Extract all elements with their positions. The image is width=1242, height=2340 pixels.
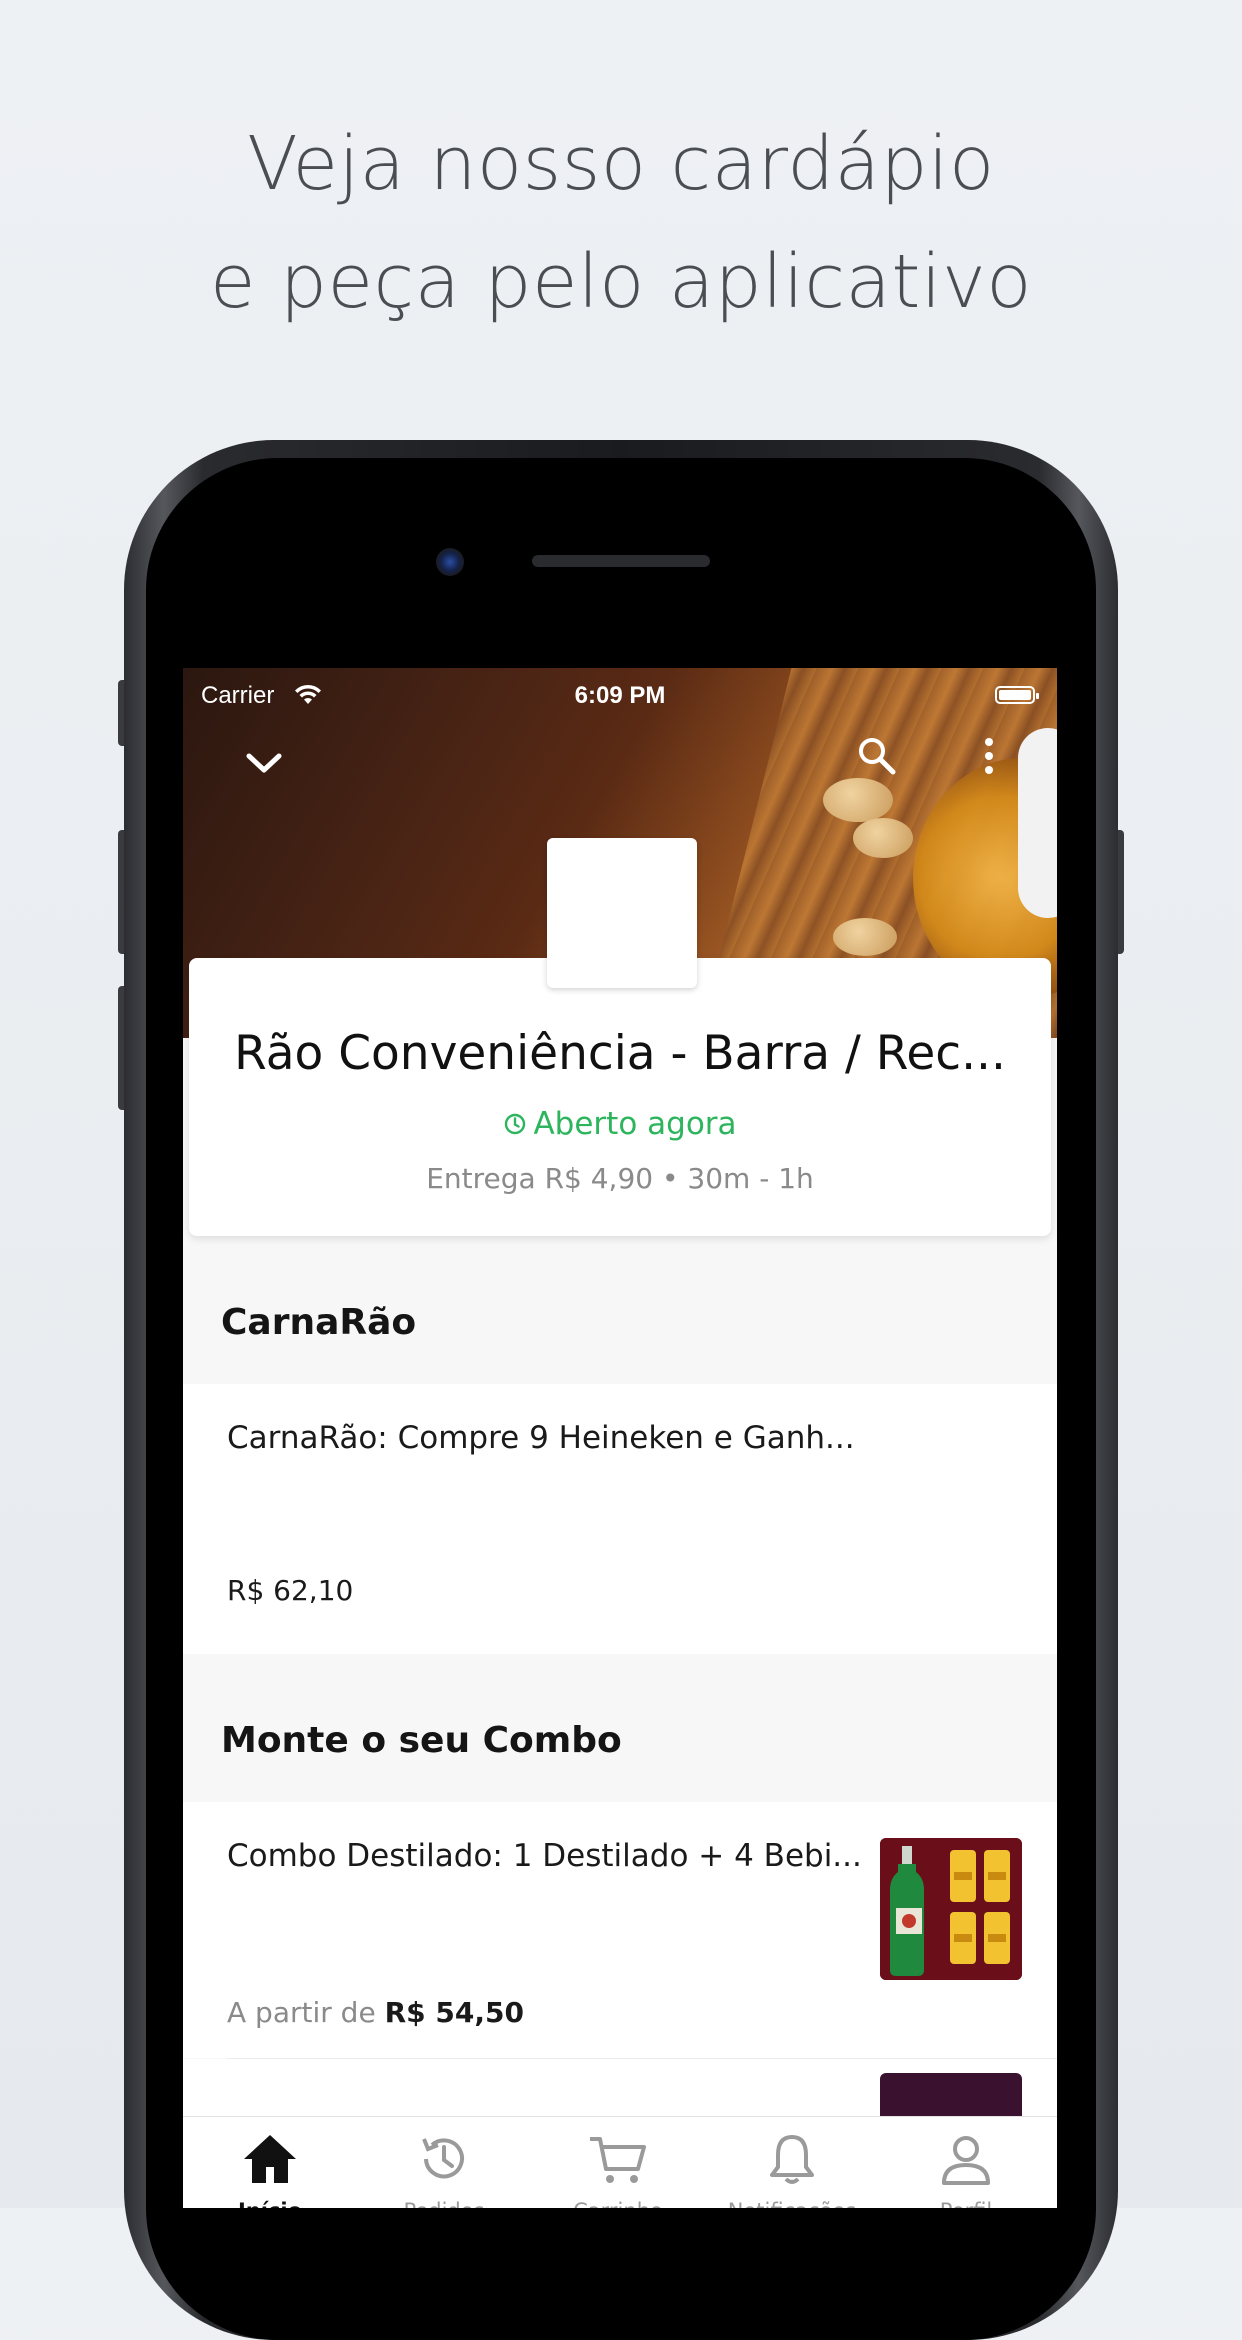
open-status-label: Aberto agora xyxy=(533,1106,737,1142)
delivery-info: Entrega R$ 4,90 • 30m - 1h xyxy=(426,1162,814,1195)
more-vertical-icon[interactable] xyxy=(979,734,999,778)
menu-item[interactable]: Combo Destilado: 1 Destilado + 4 Bebi...… xyxy=(183,1802,1057,2058)
app-screen: Carrier 6:09 PM Rão Conveniência - Barra… xyxy=(183,668,1057,2208)
cart-icon xyxy=(590,2137,646,2183)
promo-headline: Veja nosso cardápio e peça pelo aplicati… xyxy=(0,105,1242,341)
promo-line-2: e peça pelo aplicativo xyxy=(209,239,1033,325)
bell-icon xyxy=(770,2135,814,2184)
price-prefix: A partir de xyxy=(227,1996,376,2029)
tab-label: Notificações xyxy=(705,2199,879,2208)
status-bar: Carrier 6:09 PM xyxy=(183,668,1057,724)
tab-label: Início xyxy=(183,2199,357,2208)
tab-inicio[interactable]: Início xyxy=(183,2117,357,2208)
open-status: Aberto agora xyxy=(189,1106,1051,1142)
chevron-down-icon[interactable] xyxy=(243,748,285,778)
tab-label: Perfil xyxy=(879,2199,1053,2208)
section-title: Monte o seu Combo xyxy=(221,1720,622,1761)
tab-label: Pedidos xyxy=(357,2199,531,2208)
combo-image xyxy=(880,1838,1022,1980)
gin-and-tonic-icon xyxy=(880,1838,1022,1980)
clock: 6:09 PM xyxy=(574,682,666,709)
tab-label: Carrinho xyxy=(531,2199,705,2208)
peanut xyxy=(853,818,913,858)
tab-perfil[interactable]: Perfil xyxy=(879,2117,1053,2208)
clock-icon xyxy=(505,1113,526,1135)
history-icon xyxy=(422,2138,464,2179)
price-value: R$ 54,50 xyxy=(384,1996,524,2029)
user-icon xyxy=(942,2136,990,2185)
earpiece-speaker xyxy=(532,555,710,567)
menu-item-price: R$ 62,10 xyxy=(227,1574,353,1607)
peanut xyxy=(833,918,897,956)
tab-carrinho[interactable]: Carrinho xyxy=(531,2117,705,2208)
beer-foam xyxy=(1018,728,1057,918)
section-title: CarnaRão xyxy=(221,1302,417,1343)
tab-pedidos[interactable]: Pedidos xyxy=(357,2117,531,2208)
menu-item-price: A partir de R$ 54,50 xyxy=(227,1996,524,2029)
battery-icon xyxy=(995,686,1039,704)
promo-line-1: Veja nosso cardápio xyxy=(247,121,995,207)
peanut xyxy=(823,778,893,822)
front-camera xyxy=(436,548,464,576)
search-icon[interactable] xyxy=(855,734,899,778)
menu-item-name: Combo Destilado: 1 Destilado + 4 Bebi... xyxy=(227,1838,862,1874)
store-info-card: Rão Conveniência - Barra / Rec... Aberto… xyxy=(189,958,1051,1236)
menu-item[interactable]: CarnaRão: Compre 9 Heineken e Ganh... R$… xyxy=(183,1384,1057,1654)
store-name: Rão Conveniência - Barra / Rec... xyxy=(234,1026,1006,1081)
home-icon xyxy=(244,2135,296,2183)
tab-bar: Início Pedidos Carrinho Notificações xyxy=(183,2116,1057,2208)
price-value: R$ 62,10 xyxy=(227,1574,354,1607)
section-header: CarnaRão xyxy=(183,1236,1057,1384)
menu-item-name: CarnaRão: Compre 9 Heineken e Ganh... xyxy=(227,1420,855,1456)
store-logo xyxy=(547,838,697,988)
tab-notificacoes[interactable]: Notificações xyxy=(705,2117,879,2208)
section-header: Monte o seu Combo xyxy=(183,1654,1057,1802)
